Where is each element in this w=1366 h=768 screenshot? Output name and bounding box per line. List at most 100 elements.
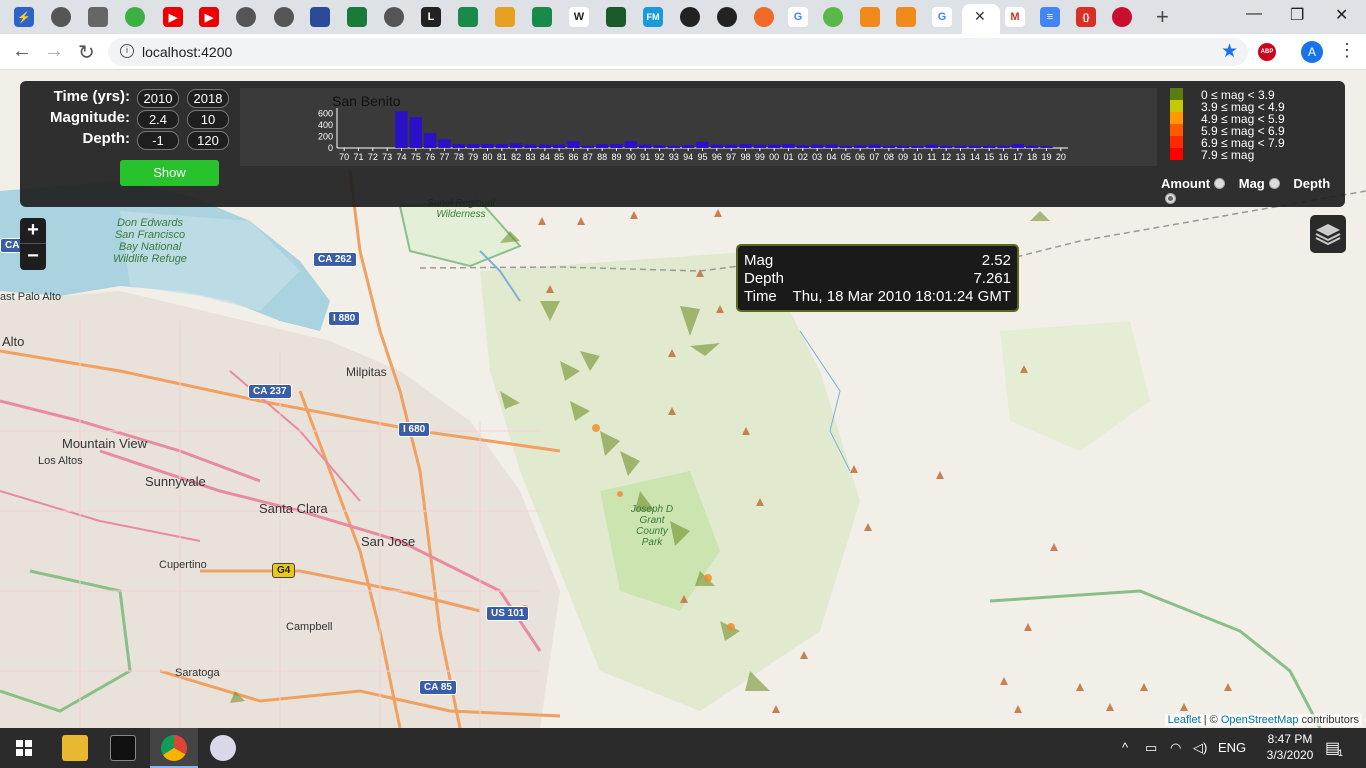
tab-favicon[interactable] (236, 7, 256, 27)
google-icon[interactable]: G (788, 7, 808, 27)
wifi-icon[interactable]: ◠ (1170, 740, 1181, 756)
show-button[interactable]: Show (120, 160, 219, 186)
language-indicator[interactable]: ENG (1218, 740, 1246, 755)
tab-favicon[interactable] (495, 7, 515, 27)
histogram-bar[interactable] (710, 144, 723, 148)
tab-favicon[interactable] (310, 7, 330, 27)
histogram-bar[interactable] (481, 144, 494, 148)
url-text[interactable]: localhost:4200 (142, 44, 232, 60)
terminal-icon[interactable] (110, 735, 136, 761)
time-from-input[interactable] (137, 89, 179, 108)
osm-link[interactable]: OpenStreetMap (1221, 714, 1299, 726)
tab-favicon[interactable] (1112, 7, 1132, 27)
histogram-bar[interactable] (395, 111, 408, 148)
histogram-bar[interactable] (452, 144, 465, 148)
histogram-bar[interactable] (753, 144, 766, 148)
radio-mag[interactable] (1268, 178, 1280, 189)
histogram-bar[interactable] (854, 145, 867, 148)
histogram-bar[interactable] (911, 145, 924, 148)
info-icon[interactable]: i (120, 44, 134, 58)
histogram-bar[interactable] (639, 144, 652, 148)
tab-favicon[interactable] (860, 7, 880, 27)
histogram-bar[interactable] (897, 145, 910, 148)
tab-favicon[interactable]: FM (643, 7, 663, 27)
new-tab-button[interactable]: + (1156, 4, 1169, 30)
histogram-bar[interactable] (725, 144, 738, 148)
radio-amount[interactable] (1214, 178, 1226, 189)
tab-favicon[interactable] (347, 7, 367, 27)
zoom-out-button[interactable]: − (20, 244, 46, 270)
histogram-bar[interactable] (653, 145, 666, 148)
histogram-bar[interactable] (839, 145, 852, 148)
mag-from-input[interactable] (137, 110, 179, 129)
histogram-bar[interactable] (510, 143, 523, 148)
histogram-bar[interactable] (495, 144, 508, 148)
volume-icon[interactable]: ◁) (1193, 740, 1207, 756)
tab-favicon[interactable] (606, 7, 626, 27)
histogram-bar[interactable] (825, 144, 838, 148)
histogram-bar[interactable] (581, 145, 594, 148)
tab-favicon[interactable] (458, 7, 478, 27)
paint-icon[interactable] (210, 735, 236, 761)
histogram-bar[interactable] (567, 141, 580, 148)
histogram-bar[interactable] (424, 133, 437, 148)
histogram-bar[interactable] (409, 117, 422, 148)
layers-button[interactable] (1310, 215, 1346, 253)
google-icon[interactable]: G (932, 7, 952, 27)
bookmark-star-icon[interactable]: ★ (1221, 40, 1238, 63)
tab-favicon[interactable] (384, 7, 404, 27)
github-icon[interactable] (680, 7, 700, 27)
menu-icon[interactable]: ⋮ (1338, 40, 1356, 61)
tab-favicon[interactable] (274, 7, 294, 27)
avatar[interactable]: A (1301, 41, 1323, 63)
tab-favicon[interactable] (88, 7, 108, 27)
forward-button[interactable]: → (44, 40, 64, 63)
histogram-bar[interactable] (983, 145, 996, 148)
leaflet-link[interactable]: Leaflet (1168, 714, 1201, 726)
histogram-bar[interactable] (1026, 145, 1039, 148)
histogram-bar[interactable] (610, 144, 623, 148)
depth-from-input[interactable] (137, 131, 179, 150)
histogram-bar[interactable] (782, 144, 795, 148)
file-explorer-icon[interactable] (62, 735, 88, 761)
histogram-bar[interactable] (882, 145, 895, 148)
histogram-bar[interactable] (739, 144, 752, 148)
battery-icon[interactable]: ▭ (1145, 740, 1157, 756)
wikipedia-icon[interactable]: W (569, 7, 589, 27)
tab-favicon[interactable] (754, 7, 774, 27)
zoom-in-button[interactable]: + (20, 218, 46, 244)
tab-favicon[interactable]: ⚡ (14, 7, 34, 27)
depth-to-input[interactable] (187, 131, 229, 150)
chrome-icon[interactable] (161, 735, 187, 761)
tray-chevron-icon[interactable]: ^ (1122, 740, 1128, 755)
tab-favicon[interactable] (532, 7, 552, 27)
histogram-bar[interactable] (682, 145, 695, 148)
adblock-icon[interactable]: ABP (1258, 43, 1276, 61)
histogram-bar[interactable] (925, 144, 938, 148)
histogram-bar[interactable] (524, 144, 537, 148)
youtube-icon[interactable]: ▶ (199, 7, 219, 27)
histogram-bar[interactable] (1040, 146, 1053, 148)
histogram-bar[interactable] (811, 144, 824, 148)
tab-favicon[interactable] (51, 7, 71, 27)
github-icon[interactable] (717, 7, 737, 27)
histogram-bar[interactable] (868, 144, 881, 148)
time-to-input[interactable] (187, 89, 229, 108)
tab-favicon[interactable] (896, 7, 916, 27)
close-icon[interactable]: ✕ (974, 8, 986, 25)
histogram-bar[interactable] (796, 145, 809, 148)
histogram-bar[interactable] (997, 145, 1010, 148)
docs-icon[interactable]: ≡ (1040, 7, 1060, 27)
histogram-bar[interactable] (667, 145, 680, 148)
radio-depth[interactable] (1165, 193, 1176, 204)
gmail-icon[interactable]: M (1005, 7, 1025, 27)
histogram-bar[interactable] (596, 144, 609, 148)
histogram-bar[interactable] (954, 145, 967, 148)
close-window-button[interactable]: ✕ (1335, 5, 1348, 25)
maximize-button[interactable]: ❐ (1290, 5, 1304, 25)
histogram-bar[interactable] (940, 145, 953, 148)
histogram-bar[interactable] (1011, 144, 1024, 148)
histogram-bar[interactable] (768, 144, 781, 148)
histogram-bar[interactable] (968, 145, 981, 148)
mag-to-input[interactable] (187, 110, 229, 129)
